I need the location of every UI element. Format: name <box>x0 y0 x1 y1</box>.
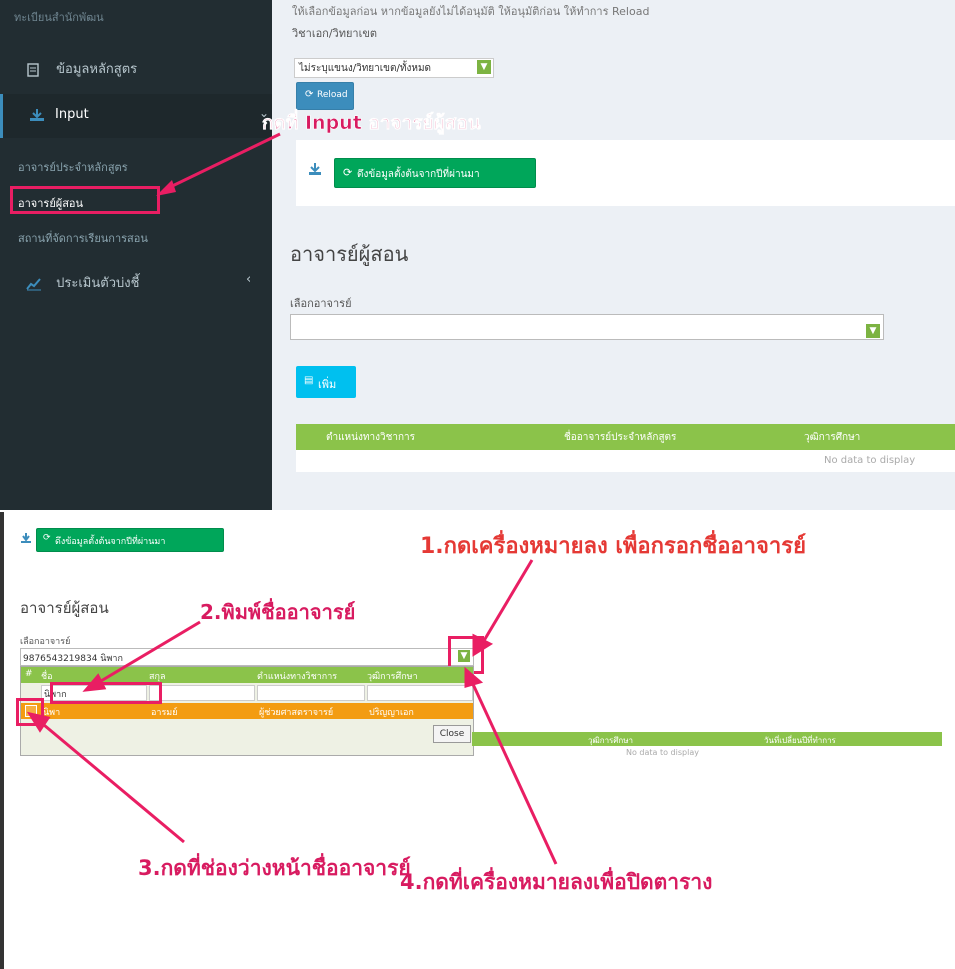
annotation-arrow <box>156 132 281 196</box>
chevron-left-icon: ‹ <box>246 272 252 287</box>
sidebar-item-indicators[interactable]: ประเมินตัวบ่งชี้ ‹ <box>0 272 298 293</box>
pull-data-label: ดึงข้อมูลตั้งต้นจากปีที่ผ่านมา <box>357 169 480 180</box>
grid-body: No data to display <box>296 450 955 472</box>
grid-column-header[interactable]: ตำแหน่งทางวิชาการ <box>326 430 415 445</box>
chevron-down-icon[interactable]: ▼ <box>477 60 491 74</box>
download-icon <box>29 108 45 125</box>
bottom-screenshot: ⟳ ดึงข้อมูลตั้งต้นจากปีที่ผ่านมา อาจารย์… <box>0 512 955 969</box>
reload-button[interactable]: ⟳ Reload <box>296 82 354 110</box>
lecturer-select[interactable] <box>290 314 884 340</box>
add-button[interactable]: ▤ เพิ่ม <box>296 366 356 398</box>
grid-header: ตำแหน่งทางวิชาการ ชื่ออาจารย์ประจำหลักสู… <box>296 424 955 450</box>
grid-empty-text: No data to display <box>824 455 916 466</box>
line-chart-icon <box>26 277 42 291</box>
annotation-arrow <box>472 559 534 657</box>
annotation-arrow <box>26 711 185 844</box>
chevron-down-icon[interactable]: ▼ <box>866 324 880 338</box>
sidebar-item-label: ข้อมูลหลักสูตร <box>56 62 138 77</box>
pull-previous-year-button[interactable]: ⟳ ดึงข้อมูลตั้งต้นจากปีที่ผ่านมา <box>334 158 536 188</box>
pull-data-box: ⟳ ดึงข้อมูลตั้งต้นจากปีที่ผ่านมา <box>296 140 955 206</box>
annotation-arrows <box>26 559 558 865</box>
sidebar-subitem-course-lecturers[interactable]: อาจารย์ประจำหลักสูตร <box>18 158 128 176</box>
download-icon <box>308 162 322 179</box>
sidebar-item-label: Input <box>55 107 89 122</box>
add-icon: ▤ <box>304 375 314 386</box>
refresh-icon: ⟳ <box>305 89 314 100</box>
section-title: อาจารย์ผู้สอน <box>290 242 409 266</box>
grid-column-header[interactable]: วุฒิการศึกษา <box>804 430 860 445</box>
grid-column-header[interactable]: ชื่ออาจารย์ประจำหลักสูตร <box>564 430 676 445</box>
reload-label: Reload <box>317 90 348 100</box>
main-content: ให้เลือกข้อมูลก่อน หากข้อมูลยังไม่ได้อนุ… <box>272 0 955 510</box>
campus-select-value: ไม่ระบุแขนง/วิทยาเขต/ทั้งหมด <box>299 63 432 74</box>
highlight-box-teaching-lecturers <box>10 186 160 214</box>
sidebar-item-course-data[interactable]: ข้อมูลหลักสูตร <box>0 58 298 79</box>
top-screenshot: ทะเบียนสำนักพัฒน ข้อมูลหลักสูตร Input ⌄ … <box>0 0 955 510</box>
header-text: ให้เลือกข้อมูลก่อน หากข้อมูลยังไม่ได้อนุ… <box>292 5 650 18</box>
annotation-arrow <box>82 620 201 692</box>
document-icon <box>26 62 42 77</box>
campus-select[interactable]: ไม่ระบุแขนง/วิทยาเขต/ทั้งหมด ▼ <box>294 58 494 78</box>
annotation-click-input: กดที่ Input อาจารย์ผู้สอน <box>262 112 481 135</box>
sidebar-subitem-teaching-location[interactable]: สถานที่จัดการเรียนการสอน <box>18 229 148 247</box>
add-label: เพิ่ม <box>318 378 337 391</box>
annotation-arrow <box>464 666 558 865</box>
subheader: วิชาเอก/วิทยาเขต <box>292 27 378 40</box>
sidebar-item-label: ประเมินตัวบ่งชี้ <box>56 276 140 291</box>
sidebar-breadcrumb: ทะเบียนสำนักพัฒน <box>14 11 104 24</box>
sidebar: ทะเบียนสำนักพัฒน ข้อมูลหลักสูตร Input ⌄ … <box>0 0 275 510</box>
select-lecturer-label: เลือกอาจารย์ <box>290 297 352 310</box>
refresh-icon: ⟳ <box>343 166 353 179</box>
